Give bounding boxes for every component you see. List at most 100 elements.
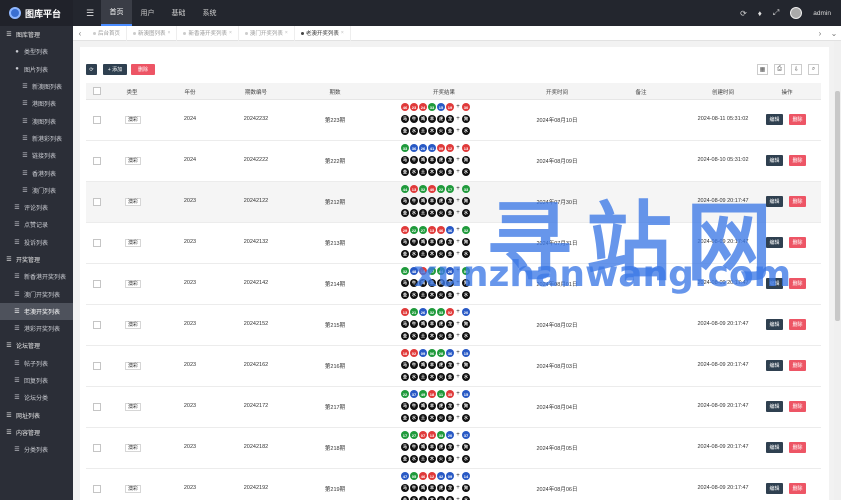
delete-button[interactable]: 删除 (131, 64, 155, 75)
tabs-right-arrow-icon[interactable]: › (813, 29, 827, 38)
sidebar-item[interactable]: ☰ 新澳图列表 (0, 78, 73, 95)
export-icon[interactable]: ⇩ (791, 64, 802, 75)
zodiac-ball: 水 (462, 332, 470, 340)
topnav-item[interactable]: 系统 (194, 0, 225, 26)
delete-row-button[interactable]: 删除 (789, 483, 806, 494)
username[interactable]: admin (813, 10, 831, 17)
edit-button[interactable]: 编辑 (766, 155, 783, 166)
row-checkbox[interactable] (93, 444, 101, 452)
sidebar-item[interactable]: ☰ 港图列表 (0, 95, 73, 112)
lock-icon[interactable]: ♦ (758, 9, 762, 18)
column-header: 操作 (781, 90, 793, 96)
delete-row-button[interactable]: 删除 (789, 360, 806, 371)
sidebar-item[interactable]: ☰ 新香港开奖列表 (0, 268, 73, 285)
avatar[interactable] (790, 7, 803, 19)
delete-row-button[interactable]: 删除 (789, 237, 806, 248)
edit-button[interactable]: 编辑 (766, 442, 783, 453)
tabs-left-arrow-icon[interactable]: ‹ (73, 29, 87, 38)
sidebar-item[interactable]: ☰ 链接列表 (0, 147, 73, 164)
refresh-icon[interactable]: ⟳ (740, 9, 747, 18)
topnav-item[interactable]: 基础 (163, 0, 194, 26)
tab[interactable]: 新澳图列表 × (127, 25, 178, 41)
sidebar-item[interactable]: ☰ 香港列表 (0, 164, 73, 181)
row-checkbox[interactable] (93, 198, 101, 206)
fullscreen-icon[interactable]: ⤢ (773, 8, 779, 18)
edit-button[interactable]: 编辑 (766, 114, 783, 125)
select-all-checkbox[interactable] (93, 87, 101, 95)
add-button[interactable]: + 添加 (103, 64, 127, 75)
columns-toggle-icon[interactable]: ▦ (757, 64, 768, 75)
sidebar-item[interactable]: ☰ 港彩开奖列表 (0, 320, 73, 337)
sidebar-item[interactable]: ● 类型列表 (0, 43, 73, 60)
number-ball: 26 (419, 308, 427, 316)
sidebar-item[interactable]: ☰ 老澳开奖列表 (0, 302, 73, 321)
delete-row-button[interactable]: 删除 (789, 401, 806, 412)
row-checkbox[interactable] (93, 239, 101, 247)
cell-code: 20242122 (243, 198, 269, 204)
scrollbar-thumb[interactable] (835, 91, 840, 321)
sidebar-item[interactable]: ● 图片列表 (0, 61, 73, 78)
tab[interactable]: 澳门开奖列表 × (239, 25, 295, 41)
row-checkbox[interactable] (93, 403, 101, 411)
row-checkbox[interactable] (93, 116, 101, 124)
sidebar-item[interactable]: ☰ 投诉列表 (0, 234, 73, 251)
refresh-button[interactable]: ⟳ (86, 64, 97, 75)
sidebar-item[interactable]: ☰ 论坛管理 (0, 337, 73, 354)
page-scrollbar[interactable] (834, 41, 841, 500)
delete-row-button[interactable]: 删除 (789, 278, 806, 289)
zodiac-ball: 金 (401, 209, 409, 217)
tab-close-icon[interactable]: × (168, 30, 171, 36)
delete-row-button[interactable]: 删除 (789, 196, 806, 207)
sidebar-item[interactable]: ☰ 分类列表 (0, 441, 73, 458)
sidebar-item[interactable]: ☰ 回复列表 (0, 372, 73, 389)
tabs-menu-icon[interactable]: ⌄ (827, 29, 841, 38)
sidebar-item[interactable]: ☰ 图库管理 (0, 26, 73, 43)
sidebar-item[interactable]: ☰ 新港彩列表 (0, 130, 73, 147)
row-checkbox[interactable] (93, 157, 101, 165)
tab-close-icon[interactable]: × (341, 30, 344, 36)
edit-button[interactable]: 编辑 (766, 319, 783, 330)
edit-button[interactable]: 编辑 (766, 483, 783, 494)
sidebar-item[interactable]: ☰ 论坛分类 (0, 389, 73, 406)
print-icon[interactable]: ⎙ (774, 64, 785, 75)
sidebar-item[interactable]: ☰ 澳图列表 (0, 112, 73, 129)
sidebar-item[interactable]: ☰ 内容管理 (0, 424, 73, 441)
row-checkbox[interactable] (93, 362, 101, 370)
search-icon[interactable]: ⌕ (808, 64, 819, 75)
plus-icon: + (456, 350, 460, 356)
tab[interactable]: 后台首页 (87, 25, 128, 41)
draw-numbers: 13 21 26 32 33 02 +20 (401, 308, 470, 316)
sidebar-item[interactable]: ☰ 评论列表 (0, 199, 73, 216)
tab-close-icon[interactable]: × (285, 30, 288, 36)
edit-button[interactable]: 编辑 (766, 401, 783, 412)
tab[interactable]: 新香港开奖列表 × (177, 25, 239, 41)
sidebar-item-label: 澳图列表 (32, 119, 57, 126)
sidebar-item[interactable]: ☰ 网址列表 (0, 407, 73, 424)
edit-button[interactable]: 编辑 (766, 196, 783, 207)
delete-row-button[interactable]: 删除 (789, 114, 806, 125)
edit-button[interactable]: 编辑 (766, 360, 783, 371)
topnav-item[interactable]: 首页 (101, 0, 132, 26)
delete-row-button[interactable]: 删除 (789, 442, 806, 453)
tab[interactable]: 老澳开奖列表 × (295, 25, 351, 41)
zodiac-ball: 虎 (437, 238, 445, 246)
sidebar-item[interactable]: ☰ 澳门列表 (0, 182, 73, 199)
topnav-item[interactable]: 用户 (132, 0, 163, 26)
edit-button[interactable]: 编辑 (766, 278, 783, 289)
zodiac-ball: 马 (401, 320, 409, 328)
sidebar-item[interactable]: ☰ 开奖管理 (0, 251, 73, 268)
delete-row-button[interactable]: 删除 (789, 155, 806, 166)
type-badge: 澳彩 (125, 280, 142, 288)
delete-row-button[interactable]: 删除 (789, 319, 806, 330)
logo[interactable]: 图库平台 (0, 0, 73, 26)
menu-toggle-icon[interactable]: ☰ (79, 0, 101, 26)
row-checkbox[interactable] (93, 280, 101, 288)
row-checkbox[interactable] (93, 485, 101, 493)
tab-close-icon[interactable]: × (229, 30, 232, 36)
sidebar-item[interactable]: ☰ 澳门开奖列表 (0, 285, 73, 302)
edit-button[interactable]: 编辑 (766, 237, 783, 248)
sidebar-item-label: 论坛分类 (24, 396, 49, 403)
row-checkbox[interactable] (93, 321, 101, 329)
sidebar-item[interactable]: ☰ 帖子列表 (0, 355, 73, 372)
sidebar-item[interactable]: ☰ 点赞记录 (0, 216, 73, 233)
